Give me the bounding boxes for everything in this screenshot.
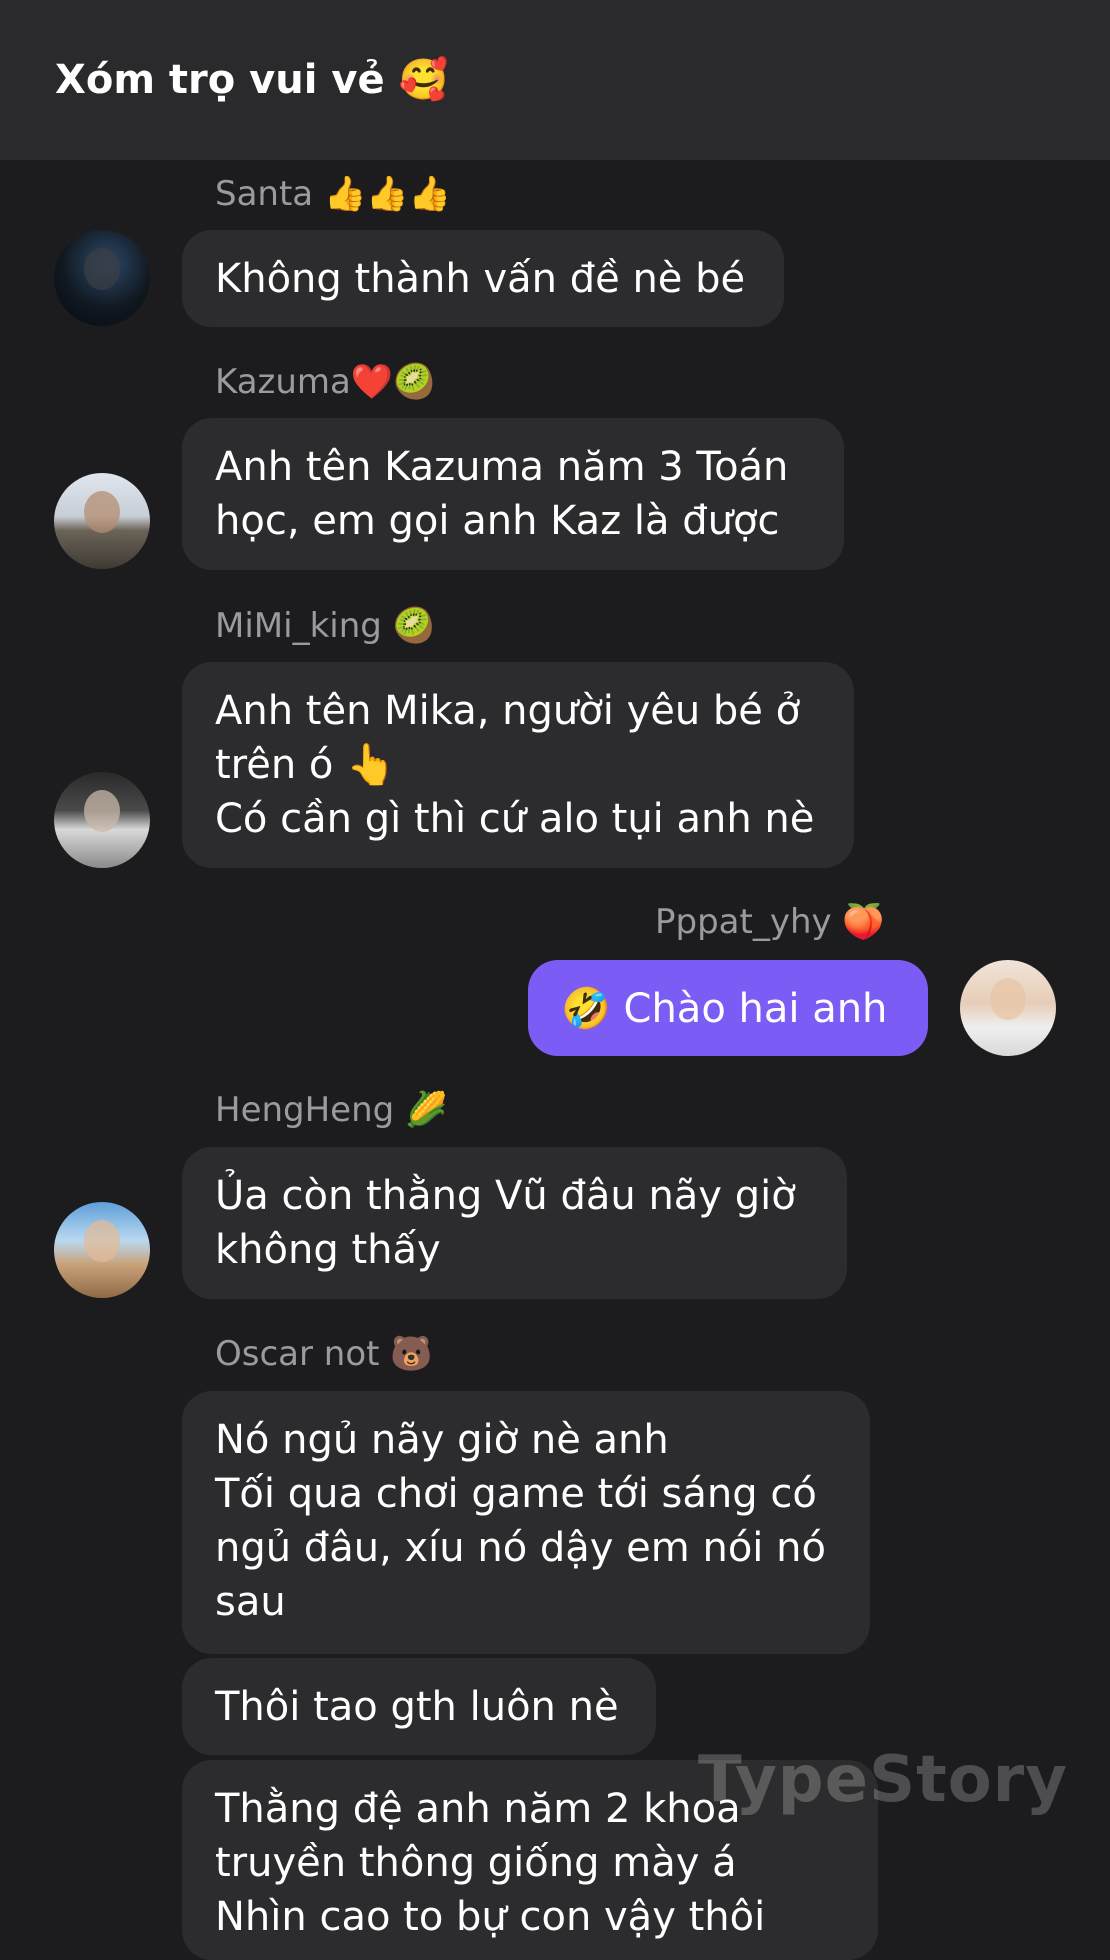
watermark: TypeStory	[698, 1743, 1068, 1817]
avatar-face	[84, 491, 120, 533]
message-bubble[interactable]: Không thành vấn đề nè bé	[182, 230, 784, 327]
avatar-face	[84, 248, 120, 290]
sender-name: Pppat_yhy 🍑	[655, 902, 885, 942]
sender-name: HengHeng 🌽	[215, 1090, 448, 1130]
chat-header: Xóm trọ vui vẻ 🥰	[0, 0, 1110, 160]
message-bubble[interactable]: Thôi tao gth luôn nè	[182, 1658, 656, 1755]
message-bubble[interactable]: Ủa còn thằng Vũ đâu nãy giờ không thấy	[182, 1147, 847, 1299]
avatar[interactable]	[960, 960, 1056, 1056]
message-bubble[interactable]: Anh tên Kazuma năm 3 Toán học, em gọi an…	[182, 418, 844, 570]
chat-title[interactable]: Xóm trọ vui vẻ 🥰	[55, 50, 448, 110]
sender-name: MiMi_king 🥝	[215, 606, 435, 646]
avatar-face	[990, 978, 1026, 1020]
avatar[interactable]	[54, 230, 150, 326]
message-bubble[interactable]: Nó ngủ nãy giờ nè anh Tối qua chơi game …	[182, 1391, 870, 1654]
avatar[interactable]	[54, 1202, 150, 1298]
sender-name: Oscar not 🐻	[215, 1334, 433, 1374]
message-bubble-outgoing[interactable]: 🤣 Chào hai anh	[528, 960, 928, 1056]
sender-name: Santa 👍👍👍	[215, 174, 451, 214]
message-feed[interactable]: Santa 👍👍👍 Không thành vấn đề nè bé Kazum…	[0, 160, 1110, 1960]
message-bubble[interactable]: Anh tên Mika, người yêu bé ở trên ó 👆 Có…	[182, 662, 854, 868]
avatar-face	[84, 1220, 120, 1262]
avatar[interactable]	[54, 772, 150, 868]
avatar-face	[84, 790, 120, 832]
sender-name: Kazuma❤️🥝	[215, 362, 436, 402]
avatar[interactable]	[54, 473, 150, 569]
